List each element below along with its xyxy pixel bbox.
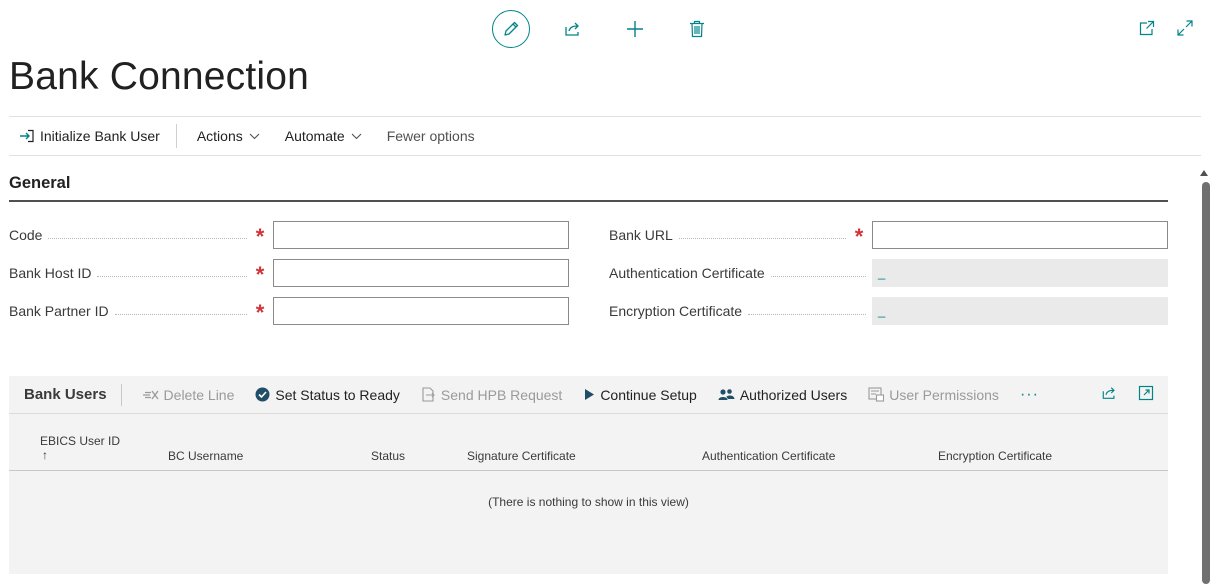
set-status-ready-button[interactable]: Set Status to Ready xyxy=(245,387,411,403)
code-field-row: Code * xyxy=(9,221,569,249)
continue-setup-label: Continue Setup xyxy=(600,386,697,403)
trash-icon xyxy=(690,20,704,38)
bank-partner-id-label: Bank Partner ID xyxy=(9,303,109,319)
bank-url-input[interactable] xyxy=(872,221,1168,249)
expand-icon xyxy=(1177,20,1193,36)
action-separator xyxy=(175,124,177,148)
user-permissions-button[interactable]: User Permissions xyxy=(858,387,1010,403)
document-send-icon xyxy=(422,387,435,402)
section-divider xyxy=(9,200,1168,202)
bank-partner-id-field-row: Bank Partner ID * xyxy=(9,297,569,325)
encryption-certificate-label: Encryption Certificate xyxy=(609,303,743,319)
label-leader xyxy=(748,313,866,315)
part-share-button[interactable] xyxy=(1101,385,1118,404)
send-hpb-request-button[interactable]: Send HPB Request xyxy=(411,387,573,403)
authorized-users-button[interactable]: Authorized Users xyxy=(708,387,858,403)
window-actions xyxy=(1137,16,1195,40)
code-label: Code xyxy=(9,227,43,243)
plus-icon xyxy=(627,21,643,37)
bank-partner-id-input[interactable] xyxy=(273,297,569,325)
initialize-bank-user-label: Initialize Bank User xyxy=(40,128,160,144)
page-top-actions xyxy=(492,10,716,48)
sort-ascending-icon: ↑ xyxy=(42,448,48,462)
initialize-bank-user-button[interactable]: Initialize Bank User xyxy=(9,117,170,155)
empty-list-message: (There is nothing to show in this view) xyxy=(488,495,689,509)
expand-button[interactable] xyxy=(1175,16,1195,40)
bank-host-id-label: Bank Host ID xyxy=(9,265,92,281)
encryption-certificate-field-row: Encryption Certificate _ xyxy=(609,297,1168,325)
page-title: Bank Connection xyxy=(9,55,310,98)
open-in-new-window-button[interactable] xyxy=(1137,16,1157,40)
scrollbar-thumb[interactable] xyxy=(1202,182,1210,584)
pencil-icon xyxy=(504,21,519,36)
column-ebics-user-id-label: EBICS User ID xyxy=(40,434,121,448)
expand-window-icon xyxy=(1138,385,1154,401)
part-window-actions xyxy=(1101,385,1168,404)
bank-users-toolbar: Bank Users Delete Line Set Status to Rea… xyxy=(9,376,1168,414)
code-input[interactable] xyxy=(273,221,569,249)
label-leader xyxy=(678,237,846,239)
authorized-users-label: Authorized Users xyxy=(739,386,848,403)
check-badge-icon xyxy=(255,387,270,402)
authentication-certificate-field-row: Authentication Certificate _ xyxy=(609,259,1168,287)
user-permissions-label: User Permissions xyxy=(889,386,999,403)
column-encryption-certificate[interactable]: Encryption Certificate xyxy=(938,449,1052,463)
column-signature-certificate[interactable]: Signature Certificate xyxy=(467,449,576,463)
fewer-options-button[interactable]: Fewer options xyxy=(377,117,485,155)
general-section-title[interactable]: General xyxy=(9,174,70,193)
action-bar: Initialize Bank User Actions Automate Fe… xyxy=(9,116,1201,156)
play-icon xyxy=(585,389,595,400)
fewer-options-label: Fewer options xyxy=(386,128,475,144)
required-asterisk: * xyxy=(854,224,864,249)
encryption-certificate-value[interactable]: _ xyxy=(872,297,1168,325)
bank-url-field-row: Bank URL * xyxy=(609,221,1168,249)
actions-menu[interactable]: Actions xyxy=(187,117,275,155)
new-button[interactable] xyxy=(616,10,654,48)
delete-line-label: Delete Line xyxy=(163,386,235,403)
continue-setup-button[interactable]: Continue Setup xyxy=(573,387,708,403)
edit-button[interactable] xyxy=(492,10,530,48)
required-asterisk: * xyxy=(255,262,265,287)
chevron-down-icon xyxy=(351,133,362,139)
delete-line-button[interactable]: Delete Line xyxy=(132,387,246,403)
authentication-certificate-value[interactable]: _ xyxy=(872,259,1168,287)
label-leader xyxy=(48,237,247,239)
users-icon xyxy=(718,389,735,400)
column-status[interactable]: Status xyxy=(371,449,405,463)
more-options-button[interactable]: ··· xyxy=(1010,386,1039,404)
label-leader xyxy=(97,275,247,277)
share-icon xyxy=(1102,387,1115,399)
sign-in-icon xyxy=(20,129,34,143)
bank-host-id-input[interactable] xyxy=(273,259,569,287)
column-authentication-certificate[interactable]: Authentication Certificate xyxy=(702,449,835,463)
authentication-certificate-label: Authentication Certificate xyxy=(609,265,765,281)
bank-url-label: Bank URL xyxy=(609,227,673,243)
send-hpb-request-label: Send HPB Request xyxy=(440,386,563,403)
bank-users-grid-header: EBICS User ID ↑ BC Username Status Signa… xyxy=(9,414,1168,471)
label-leader xyxy=(770,275,866,277)
share-icon xyxy=(565,22,579,36)
open-in-new-window-icon xyxy=(1139,20,1155,36)
bank-host-id-field-row: Bank Host ID * xyxy=(9,259,569,287)
toolbar-separator xyxy=(120,383,122,406)
share-button[interactable] xyxy=(554,10,592,48)
column-ebics-user-id[interactable]: EBICS User ID ↑ xyxy=(40,434,120,462)
scroll-up-arrow[interactable] xyxy=(1200,170,1208,176)
set-status-ready-label: Set Status to Ready xyxy=(275,386,400,403)
chevron-down-icon xyxy=(249,133,260,139)
automate-label: Automate xyxy=(284,128,345,144)
bank-users-title[interactable]: Bank Users xyxy=(9,386,121,403)
delete-button[interactable] xyxy=(678,10,716,48)
column-bc-username[interactable]: BC Username xyxy=(168,449,243,463)
part-expand-button[interactable] xyxy=(1138,385,1154,404)
delete-line-icon xyxy=(142,390,159,399)
required-asterisk: * xyxy=(255,224,265,249)
permissions-icon xyxy=(868,387,885,402)
actions-label: Actions xyxy=(196,128,243,144)
automate-menu[interactable]: Automate xyxy=(275,117,377,155)
label-leader xyxy=(114,313,247,315)
required-asterisk: * xyxy=(255,300,265,325)
bank-users-part: Bank Users Delete Line Set Status to Rea… xyxy=(9,376,1168,574)
